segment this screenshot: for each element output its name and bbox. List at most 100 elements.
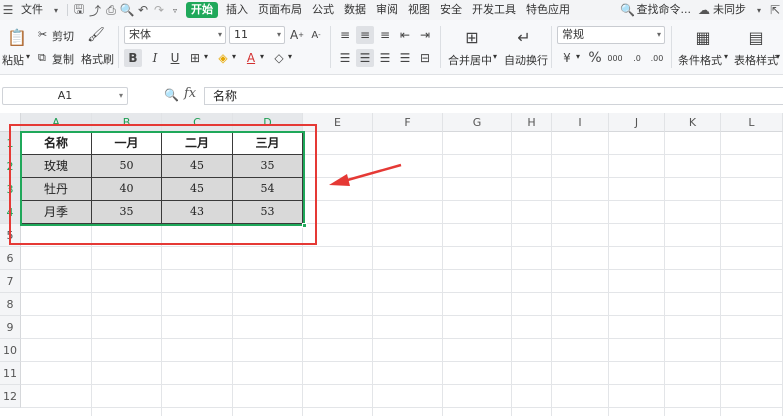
share-icon[interactable]: ⇱ xyxy=(767,0,783,20)
merge-center-icon[interactable]: ⊞ xyxy=(461,26,483,48)
row-header-8[interactable]: 8 xyxy=(0,293,21,316)
indent-decrease-icon[interactable]: ⇤ xyxy=(396,26,414,44)
menu-file[interactable]: 文件 xyxy=(16,0,48,20)
column-header-d[interactable]: D xyxy=(233,113,303,132)
increase-decimal-icon[interactable]: .0 xyxy=(628,49,646,67)
column-header-e[interactable]: E xyxy=(303,113,373,132)
bold-button[interactable]: B xyxy=(124,49,142,67)
copy-icon[interactable]: ⧉ xyxy=(38,51,46,65)
row-header-11[interactable]: 11 xyxy=(0,362,21,385)
column-header-k[interactable]: K xyxy=(665,113,721,132)
paste-button[interactable]: 粘贴 xyxy=(2,52,24,68)
row-header-1[interactable]: 1 xyxy=(0,132,21,155)
column-header-c[interactable]: C xyxy=(162,113,233,132)
fill-color-icon[interactable]: ◈ xyxy=(214,49,232,67)
chevron-down-icon[interactable]: ▾ xyxy=(724,52,728,61)
tab-data[interactable]: 数据 xyxy=(339,0,371,20)
chevron-down-icon[interactable]: ▾ xyxy=(204,52,208,61)
cut-button[interactable]: 剪切 xyxy=(52,28,74,44)
row-header-4[interactable]: 4 xyxy=(0,201,21,224)
name-box[interactable]: A1 ▾ xyxy=(2,87,128,105)
font-name-select[interactable]: 宋体 ▾ xyxy=(124,26,226,44)
tab-page-layout[interactable]: 页面布局 xyxy=(253,0,307,20)
chevron-down-icon[interactable]: ▾ xyxy=(48,0,64,20)
indent-increase-icon[interactable]: ⇥ xyxy=(416,26,434,44)
tab-formulas[interactable]: 公式 xyxy=(307,0,339,20)
row-header-6[interactable]: 6 xyxy=(0,247,21,270)
table-style-button[interactable]: 表格样式 xyxy=(734,52,778,68)
export-icon[interactable]: ⤴ xyxy=(87,0,103,20)
tab-review[interactable]: 审阅 xyxy=(371,0,403,20)
thousands-button[interactable]: 000 xyxy=(606,49,624,67)
wrap-text-icon[interactable]: ↵ xyxy=(513,26,535,48)
wrap-text-button[interactable]: 自动换行 xyxy=(504,52,548,68)
row-header-9[interactable]: 9 xyxy=(0,316,21,339)
column-header-h[interactable]: H xyxy=(512,113,552,132)
print-icon[interactable]: ⎙ xyxy=(103,0,119,20)
number-format-select[interactable]: 常规 ▾ xyxy=(557,26,665,44)
column-header-g[interactable]: G xyxy=(443,113,512,132)
align-right-icon[interactable]: ☰ xyxy=(376,49,394,67)
chevron-down-icon[interactable]: ▾ xyxy=(26,52,30,61)
column-header-a[interactable]: A xyxy=(21,113,92,132)
tab-security[interactable]: 安全 xyxy=(435,0,467,20)
align-center-icon[interactable]: ☰ xyxy=(356,49,374,67)
row-header-5[interactable]: 5 xyxy=(0,224,21,247)
chevron-down-icon[interactable]: ▾ xyxy=(288,52,292,61)
merge-center-button[interactable]: 合并居中 xyxy=(448,52,492,68)
font-color-icon[interactable]: A xyxy=(242,49,260,67)
format-painter-icon[interactable]: 🖌 xyxy=(87,26,105,44)
undo-icon[interactable]: ↶ xyxy=(135,0,151,20)
fx-button[interactable]: fx xyxy=(184,86,196,101)
font-size-select[interactable]: 11 ▾ xyxy=(229,26,285,44)
scissors-icon[interactable]: ✂ xyxy=(38,28,47,41)
percent-button[interactable]: % xyxy=(586,49,604,67)
column-header-b[interactable]: B xyxy=(92,113,162,132)
row-header-7[interactable]: 7 xyxy=(0,270,21,293)
conditional-format-button[interactable]: 条件格式 xyxy=(678,52,722,68)
copy-button[interactable]: 复制 xyxy=(52,51,74,67)
hamburger-menu-icon[interactable]: ☰ xyxy=(0,0,16,20)
conditional-format-icon[interactable]: ▦ xyxy=(692,26,714,48)
column-header-f[interactable]: F xyxy=(373,113,443,132)
chevron-down-icon[interactable]: ▾ xyxy=(776,52,780,61)
justify-icon[interactable]: ☰ xyxy=(396,49,414,67)
table-style-icon[interactable]: ▤ xyxy=(745,26,767,48)
column-header-i[interactable]: I xyxy=(552,113,609,132)
sync-status[interactable]: 未同步 xyxy=(712,0,751,20)
row-header-2[interactable]: 2 xyxy=(0,155,21,178)
tab-view[interactable]: 视图 xyxy=(403,0,435,20)
tab-developer[interactable]: 开发工具 xyxy=(467,0,521,20)
save-icon[interactable]: 🖫 xyxy=(71,0,87,20)
align-left-icon[interactable]: ☰ xyxy=(336,49,354,67)
eraser-icon[interactable]: ◇ xyxy=(270,49,288,67)
chevron-down-icon[interactable]: ▾ xyxy=(232,52,236,61)
align-middle-icon[interactable]: ≡ xyxy=(356,26,374,44)
customize-icon[interactable]: ▿ xyxy=(167,0,183,20)
align-top-icon[interactable]: ≡ xyxy=(336,26,354,44)
tab-insert[interactable]: 插入 xyxy=(221,0,253,20)
chevron-down-icon[interactable]: ▾ xyxy=(576,52,580,61)
fill-handle[interactable] xyxy=(302,223,307,228)
command-search[interactable]: 查找命令... xyxy=(636,0,697,20)
select-all-corner[interactable] xyxy=(0,113,21,132)
chevron-down-icon[interactable]: ▾ xyxy=(493,52,497,61)
row-header-3[interactable]: 3 xyxy=(0,178,21,201)
zoom-search-icon[interactable]: 🔍 xyxy=(164,88,179,102)
chevron-down-icon[interactable]: ▾ xyxy=(751,0,767,20)
underline-button[interactable]: U xyxy=(166,49,184,67)
chevron-down-icon[interactable]: ▾ xyxy=(260,52,264,61)
decrease-font-icon[interactable]: A- xyxy=(307,26,325,44)
border-icon[interactable]: ⊞ xyxy=(186,49,204,67)
format-painter-button[interactable]: 格式刷 xyxy=(81,51,114,67)
spreadsheet-grid[interactable]: A B C D E F G H I J K L 1 2 3 4 5 6 7 8 9 10 11 12 名称 一月 二月 三月 玫瑰 50 4… xyxy=(0,113,783,416)
italic-button[interactable]: I xyxy=(146,49,164,67)
increase-font-icon[interactable]: A + xyxy=(288,26,306,44)
decrease-decimal-icon[interactable]: .00 xyxy=(648,49,666,67)
tab-home[interactable]: 开始 xyxy=(186,2,218,18)
formula-input[interactable]: 名称 xyxy=(204,87,783,105)
redo-icon[interactable]: ↷ xyxy=(151,0,167,20)
align-bottom-icon[interactable]: ≡ xyxy=(376,26,394,44)
print-preview-icon[interactable]: 🔍 xyxy=(119,0,135,20)
column-header-l[interactable]: L xyxy=(721,113,783,132)
